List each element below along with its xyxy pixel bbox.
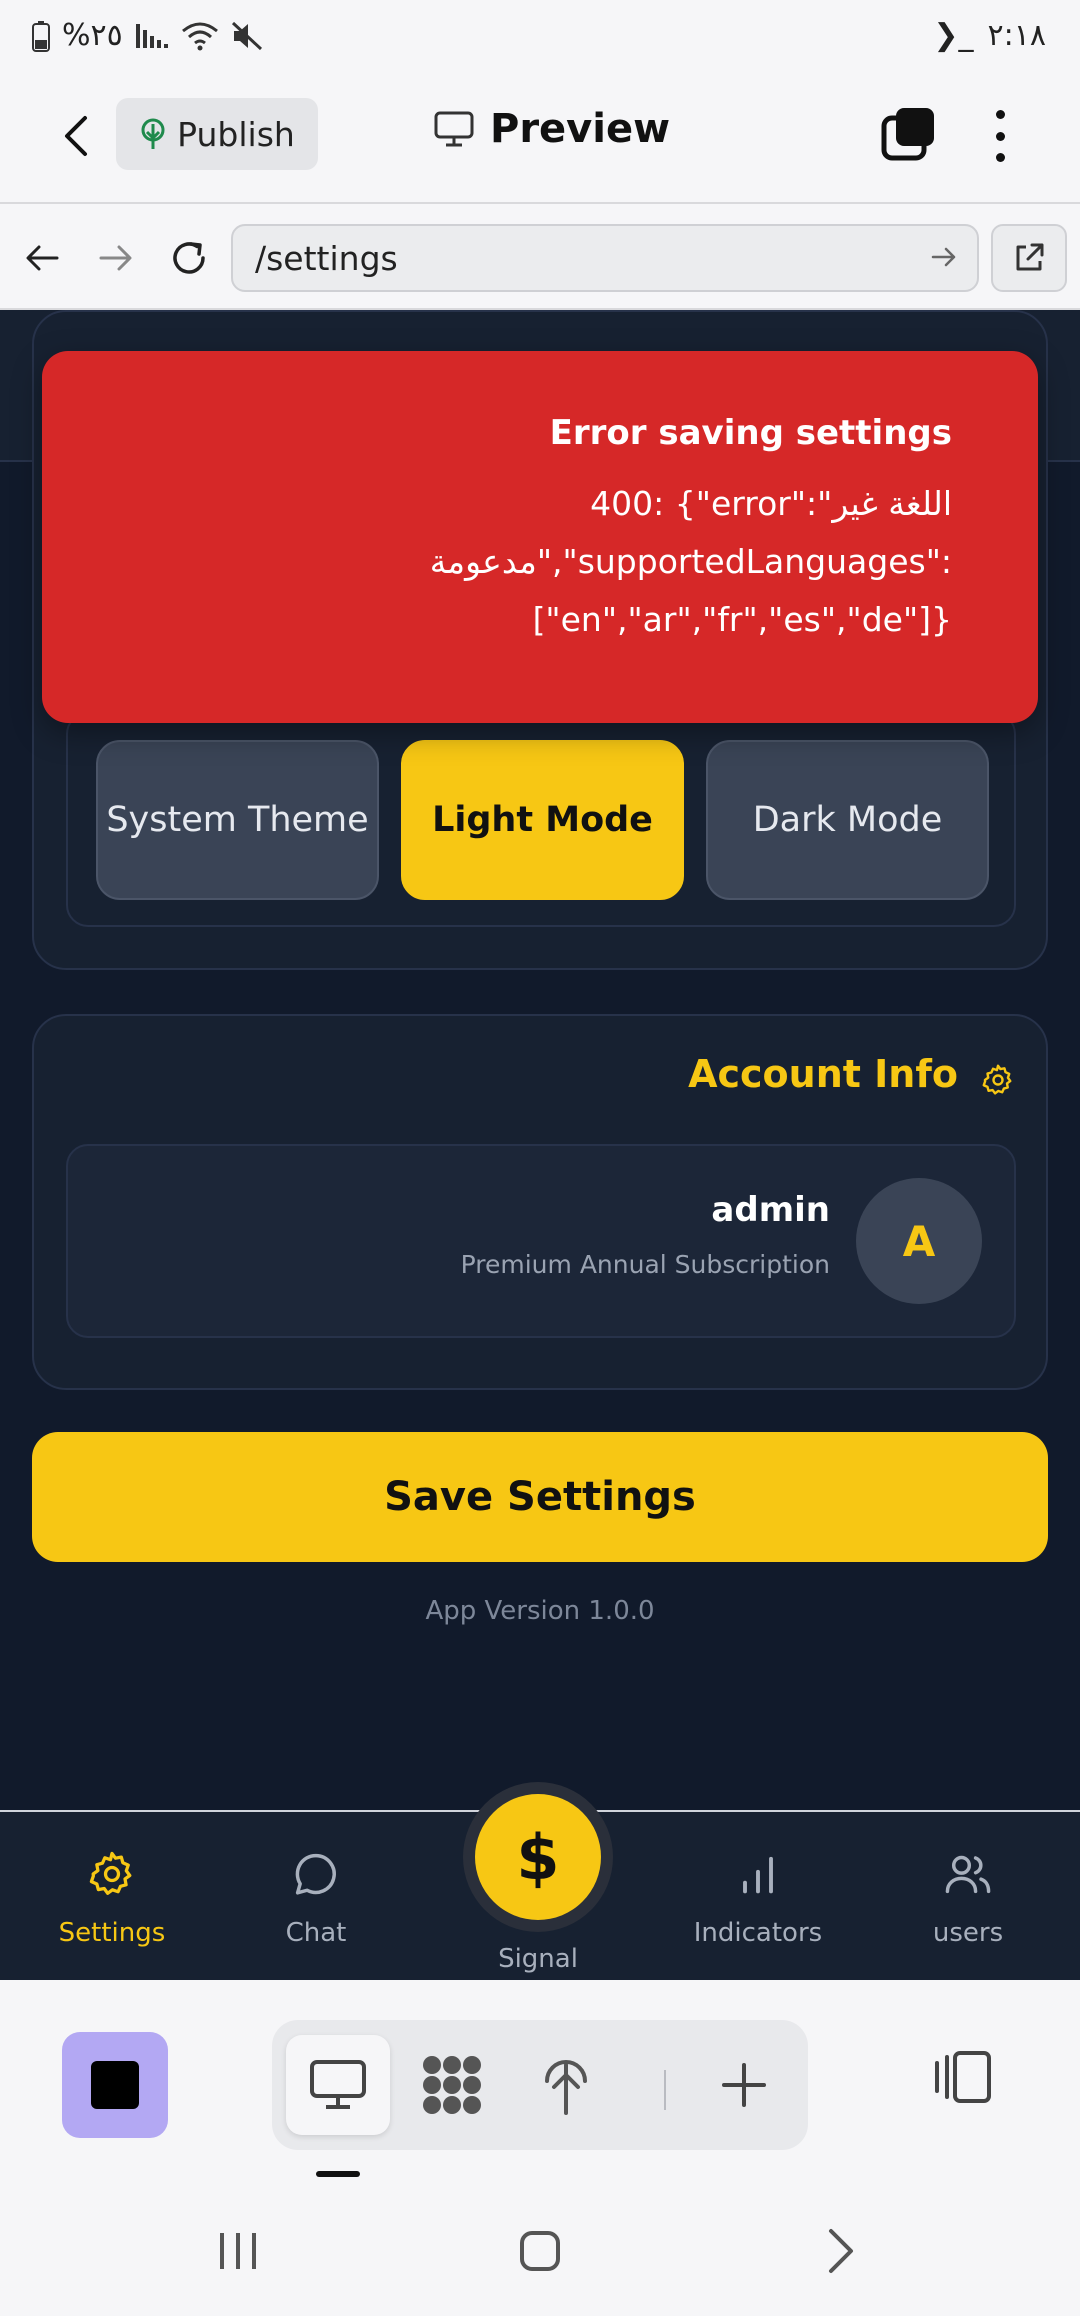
desktop-view-button[interactable] bbox=[286, 2035, 390, 2135]
theme-selector: System Theme Light Mode Dark Mode bbox=[66, 712, 1016, 927]
publish-label: Publish bbox=[177, 114, 295, 154]
account-title: Account Info bbox=[688, 1052, 958, 1096]
reload-button[interactable] bbox=[163, 232, 215, 284]
preview-label: Preview bbox=[490, 106, 671, 152]
status-bar: %٢٥ ❯_ ٢:١٨ bbox=[0, 0, 1080, 78]
preview-title[interactable]: Preview bbox=[434, 106, 670, 152]
view-switcher bbox=[272, 2020, 808, 2150]
account-row: admin Premium Annual Subscription A bbox=[66, 1144, 1016, 1338]
chevron-right-icon bbox=[829, 2229, 853, 2273]
system-back-button[interactable] bbox=[802, 2216, 882, 2286]
monitor-icon bbox=[310, 2060, 366, 2109]
tabs-button[interactable] bbox=[878, 104, 938, 164]
account-card: Account Info admin Premium Annual Subscr… bbox=[32, 1014, 1048, 1390]
tab-chat-label: Chat bbox=[285, 1918, 347, 1948]
bar-chart-icon bbox=[743, 1856, 773, 1894]
error-title: Error saving settings bbox=[549, 413, 952, 453]
arrow-right-icon bbox=[99, 245, 132, 271]
toolbar-divider bbox=[664, 2070, 666, 2110]
theme-option-dark[interactable]: Dark Mode bbox=[706, 740, 989, 900]
app-bar: Publish Preview bbox=[0, 78, 1080, 202]
tab-chat[interactable]: Chat bbox=[226, 1848, 406, 1948]
url-input[interactable]: /settings bbox=[231, 224, 979, 292]
app-version: App Version 1.0.0 bbox=[425, 1596, 655, 1626]
tab-indicators-label: Indicators bbox=[693, 1918, 823, 1948]
more-options-button[interactable] bbox=[980, 104, 1020, 168]
url-text: /settings bbox=[255, 238, 398, 278]
save-settings-button[interactable]: Save Settings bbox=[32, 1432, 1048, 1562]
monitor-icon bbox=[434, 111, 474, 147]
browser-forward-button[interactable] bbox=[90, 232, 142, 284]
stop-icon bbox=[91, 2061, 139, 2109]
plus-icon bbox=[722, 2063, 766, 2107]
home-icon bbox=[520, 2231, 560, 2271]
recents-icon bbox=[220, 2233, 256, 2269]
back-arrow-icon bbox=[65, 116, 87, 156]
theme-option-light[interactable]: Light Mode bbox=[401, 740, 684, 900]
battery-percent: %٢٥ bbox=[62, 18, 123, 53]
account-subscription: Premium Annual Subscription bbox=[460, 1250, 830, 1279]
status-icons-left: %٢٥ bbox=[32, 18, 263, 53]
battery-icon bbox=[32, 20, 50, 52]
signal-icon bbox=[135, 23, 168, 48]
open-external-button[interactable] bbox=[991, 224, 1067, 292]
add-button[interactable] bbox=[692, 2035, 796, 2135]
panel-toggle-button[interactable] bbox=[928, 2042, 998, 2112]
wifi-icon bbox=[181, 22, 218, 50]
grid-icon bbox=[423, 2056, 481, 2114]
tab-users-label: users bbox=[932, 1918, 1004, 1948]
publish-tree-button[interactable] bbox=[514, 2035, 618, 2135]
tab-signal-label: Signal bbox=[498, 1944, 578, 1974]
go-arrow-icon[interactable] bbox=[929, 242, 959, 272]
users-icon bbox=[945, 1855, 991, 1894]
browser-back-button[interactable] bbox=[16, 232, 68, 284]
tab-users[interactable]: users bbox=[878, 1848, 1058, 1948]
mute-icon bbox=[231, 21, 262, 50]
active-view-indicator bbox=[316, 2171, 360, 2177]
stop-button[interactable] bbox=[62, 2032, 168, 2138]
signal-button-ring: $ bbox=[463, 1782, 613, 1932]
terminal-icon: ❯_ bbox=[933, 18, 974, 53]
system-nav-bar bbox=[0, 2180, 1080, 2316]
error-message: 400: {"error":"اللغة غير مدعومة","suppor… bbox=[429, 484, 952, 639]
home-button[interactable] bbox=[500, 2216, 580, 2286]
recents-button[interactable] bbox=[198, 2216, 278, 2286]
tab-indicators[interactable]: Indicators bbox=[668, 1848, 848, 1948]
back-button[interactable] bbox=[48, 108, 104, 164]
external-link-icon bbox=[1016, 243, 1044, 271]
chat-bubble-icon bbox=[295, 1853, 336, 1895]
tab-settings[interactable]: Settings bbox=[22, 1848, 202, 1948]
components-button[interactable] bbox=[400, 2035, 504, 2135]
reload-icon bbox=[173, 242, 205, 274]
status-icons-right: ❯_ ٢:١٨ bbox=[933, 18, 1046, 53]
clock: ٢:١٨ bbox=[987, 18, 1046, 53]
editor-toolbar bbox=[0, 1980, 1080, 2180]
more-vertical-icon bbox=[995, 110, 1005, 119]
panel-icon bbox=[935, 2051, 991, 2103]
tab-settings-label: Settings bbox=[58, 1918, 166, 1948]
avatar: A bbox=[856, 1178, 982, 1304]
tabs-icon bbox=[881, 108, 934, 161]
signal-button[interactable]: $ bbox=[475, 1794, 601, 1920]
dollar-icon: $ bbox=[516, 1820, 560, 1894]
arrow-left-icon bbox=[26, 245, 59, 271]
error-toast[interactable]: Error saving settings 400: {"error":"الل… bbox=[42, 351, 1038, 723]
account-name: admin bbox=[711, 1190, 830, 1230]
gear-icon bbox=[982, 1064, 1012, 1095]
tree-icon bbox=[141, 118, 165, 149]
theme-option-system[interactable]: System Theme bbox=[96, 740, 379, 900]
url-bar: /settings bbox=[0, 202, 1080, 310]
publish-button[interactable]: Publish bbox=[116, 98, 318, 170]
tree-icon bbox=[545, 2060, 587, 2115]
gear-icon bbox=[89, 1851, 132, 1895]
